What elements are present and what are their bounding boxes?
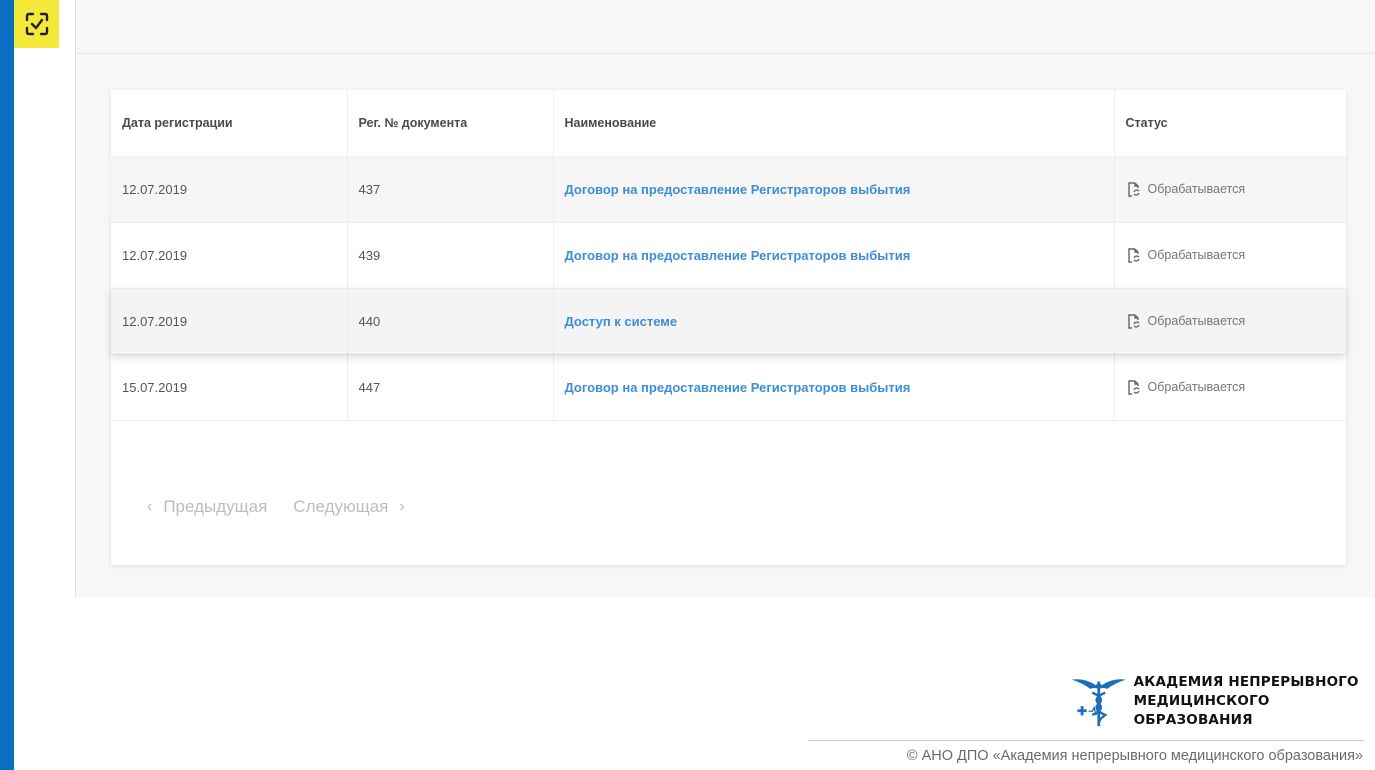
cell-number: 439 — [347, 221, 554, 288]
column-header-status[interactable]: Статус — [1114, 90, 1346, 156]
cell-name: Договор на предоставление Регистраторов … — [553, 221, 1115, 288]
cell-date: 12.07.2019 — [111, 155, 348, 222]
brand-line-2: МЕДИЦИНСКОГО ОБРАЗОВАНИЯ — [1133, 692, 1270, 728]
table-row[interactable]: 12.07.2019 439 Договор на предоставление… — [111, 221, 1346, 288]
left-accent-bar — [0, 0, 14, 770]
prev-page-label: Предыдущая — [163, 497, 268, 516]
document-link[interactable]: Договор на предоставление Регистраторов … — [565, 182, 911, 197]
next-page-button[interactable]: Следующая › — [293, 497, 404, 517]
scan-check-icon — [25, 12, 48, 36]
footer-divider — [808, 740, 1364, 741]
app-logo-button[interactable] — [14, 0, 59, 48]
brand-line-1: АКАДЕМИЯ НЕПРЕРЫВНОГО — [1133, 673, 1359, 690]
document-sync-icon — [1127, 247, 1140, 263]
cell-number: 440 — [347, 287, 554, 354]
column-header-name[interactable]: Наименование — [553, 90, 1115, 156]
document-link[interactable]: Доступ к системе — [565, 314, 678, 329]
status-text: Обрабатывается — [1147, 314, 1246, 328]
cell-date: 12.07.2019 — [111, 221, 348, 288]
cell-number: 447 — [347, 353, 554, 421]
documents-card: Дата регистрации Рег. № документа Наимен… — [111, 90, 1346, 565]
cell-name: Доступ к системе — [553, 287, 1115, 354]
sidebar — [14, 0, 76, 597]
table-row[interactable]: 15.07.2019 447 Договор на предоставление… — [111, 353, 1346, 421]
cell-name: Договор на предоставление Регистраторов … — [553, 155, 1115, 222]
status-text: Обрабатывается — [1147, 248, 1246, 262]
cell-status: Обрабатывается — [1114, 353, 1346, 421]
cell-status: Обрабатывается — [1114, 287, 1346, 354]
column-header-date[interactable]: Дата регистрации — [111, 90, 348, 156]
table-header-row: Дата регистрации Рег. № документа Наимен… — [111, 90, 1346, 156]
document-link[interactable]: Договор на предоставление Регистраторов … — [565, 248, 911, 263]
table-row[interactable]: 12.07.2019 440 Доступ к системе Обрабаты… — [111, 287, 1346, 354]
chevron-right-icon: › — [399, 498, 405, 515]
academy-logo: АКАДЕМИЯ НЕПРЕРЫВНОГО МЕДИЦИНСКОГО ОБРАЗ… — [1070, 672, 1375, 730]
cell-status: Обрабатывается — [1114, 155, 1346, 222]
column-header-number[interactable]: Рег. № документа — [347, 90, 554, 156]
status-text: Обрабатывается — [1147, 182, 1246, 196]
documents-table: Дата регистрации Рег. № документа Наимен… — [111, 90, 1346, 421]
document-sync-icon — [1127, 181, 1140, 197]
cell-date: 12.07.2019 — [111, 287, 348, 354]
cell-status: Обрабатывается — [1114, 221, 1346, 288]
pagination: ‹ Предыдущая Следующая › — [147, 497, 405, 517]
chevron-left-icon: ‹ — [147, 498, 153, 515]
prev-page-button[interactable]: ‹ Предыдущая — [147, 497, 267, 517]
document-sync-icon — [1127, 313, 1140, 329]
table-row[interactable]: 12.07.2019 437 Договор на предоставление… — [111, 155, 1346, 222]
document-sync-icon — [1127, 379, 1140, 395]
cell-number: 437 — [347, 155, 554, 222]
document-link[interactable]: Договор на предоставление Регистраторов … — [565, 380, 911, 395]
next-page-label: Следующая — [293, 497, 389, 516]
status-text: Обрабатывается — [1147, 380, 1246, 394]
app-window: Дата регистрации Рег. № документа Наимен… — [14, 0, 1375, 597]
caduceus-icon — [1071, 679, 1126, 727]
copyright-text: © АНО ДПО «Академия непрерывного медицин… — [906, 748, 1363, 764]
cell-name: Договор на предоставление Регистраторов … — [553, 353, 1115, 421]
top-bar — [76, 0, 1375, 54]
cell-date: 15.07.2019 — [111, 353, 348, 421]
